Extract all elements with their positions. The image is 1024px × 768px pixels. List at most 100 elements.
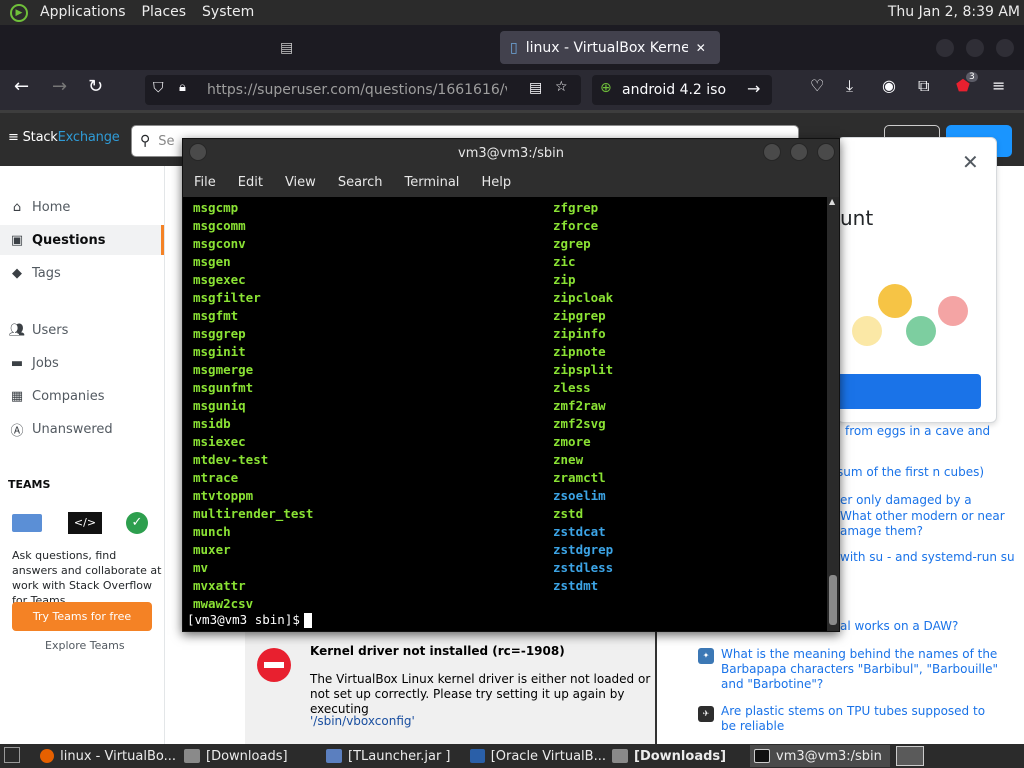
keys-illustration — [852, 278, 972, 348]
terminal-line: znew — [553, 452, 584, 467]
nav-jobs[interactable]: ▬ Jobs — [0, 348, 164, 378]
clock[interactable]: Thu Jan 2, 8:39 AM — [888, 0, 1020, 25]
lock-icon[interactable]: 🔒︎ — [179, 80, 186, 95]
extensions-icon[interactable]: ⧉ — [918, 76, 929, 96]
menu-view[interactable]: View — [274, 175, 327, 190]
terminal-line: zmf2svg — [553, 416, 606, 431]
hot-question-link[interactable]: sum of the first n cubes) — [837, 465, 984, 480]
teams-description: Ask questions, find answers and collabor… — [12, 549, 162, 607]
browser-tab-active[interactable]: ▯ linux - VirtualBox Kernel dri ✕ — [500, 31, 720, 64]
url-host: https://superuser.com — [207, 82, 361, 98]
url-bar[interactable]: ⛉ 🔒︎ https://superuser.com/questions/166… — [145, 75, 581, 105]
modal-primary-button[interactable] — [838, 374, 981, 409]
stackexchange-logo[interactable]: ≡ StackExchange — [8, 130, 120, 145]
url-text[interactable]: https://superuser.com/questions/1661616/… — [207, 82, 507, 98]
menu-file[interactable]: File — [183, 175, 227, 190]
error-heading: Kernel driver not installed (rc=-1908) — [310, 644, 565, 658]
nav-tags[interactable]: ◆ Tags — [0, 258, 164, 288]
browser-tab-bar: ▤ ▯ linux - VirtualBox Kernel dri ✕ — [0, 25, 1024, 70]
left-sidebar: ⌂ Home ▣ Questions ◆ Tags 👥︎ Users ▬ Jobs ▦ Co… — [0, 166, 165, 744]
terminal-scrollbar[interactable]: ▲ — [827, 197, 839, 631]
nav-questions[interactable]: ▣ Questions — [0, 225, 164, 255]
minimize-icon[interactable] — [763, 143, 781, 161]
search-bar[interactable]: ⊕ android 4.2 iso → — [592, 75, 772, 105]
teams-illustration: </> ✓ — [12, 510, 152, 536]
browser-nav-bar: ← → ↻ ⛉ 🔒︎ https://superuser.com/questio… — [0, 70, 1024, 110]
menu-help[interactable]: Help — [470, 175, 522, 190]
terminal-line: zipnote — [553, 344, 606, 359]
terminal-line: zstdgrep — [553, 542, 614, 557]
terminal-titlebar[interactable]: vm3@vm3:/sbin — [183, 139, 839, 167]
reader-view-icon[interactable]: ▤ — [529, 80, 542, 96]
menu-edit[interactable]: Edit — [227, 175, 274, 190]
output-column-right: zfgrep zforce zgrep zic zip zipcloak zipgrep zi… — [553, 199, 613, 595]
hot-question-link[interactable]: What other modern or near — [840, 509, 1005, 524]
try-teams-button[interactable]: Try Teams for free — [12, 602, 152, 631]
taskbar-item-downloads[interactable]: [Downloads] — [180, 745, 320, 767]
users-icon: 👥︎ — [8, 322, 26, 338]
site-icon: ✈ — [698, 706, 714, 722]
maximize-icon[interactable] — [790, 143, 808, 161]
nav-users[interactable]: 👥︎ Users — [0, 315, 164, 345]
workspace-switcher[interactable] — [896, 746, 924, 766]
system-menu[interactable]: System — [194, 0, 262, 25]
terminal-line: muxer — [193, 542, 231, 557]
search-icon: ⚲ — [140, 133, 151, 149]
close-modal-icon[interactable]: ✕ — [962, 150, 979, 174]
close-window-icon[interactable] — [817, 143, 835, 161]
taskbar-item-terminal[interactable]: vm3@vm3:/sbin — [750, 745, 890, 767]
nav-companies[interactable]: ▦ Companies — [0, 381, 164, 411]
close-tab-icon[interactable]: ✕ — [696, 41, 706, 55]
hamburger-menu-icon[interactable]: ≡ — [992, 76, 1005, 95]
shield-icon[interactable]: ⛉ — [153, 80, 164, 96]
search-go-icon[interactable]: → — [747, 79, 760, 98]
window-menu-icon[interactable] — [189, 143, 207, 161]
taskbar-label: linux - VirtualBo... — [60, 748, 176, 764]
close-window-icon[interactable] — [996, 39, 1014, 57]
browser-tab[interactable]: ▤ — [270, 31, 490, 64]
extension-badge: 3 — [966, 72, 978, 82]
error-command[interactable]: '/sbin/vboxconfig' — [310, 714, 415, 728]
shell-prompt[interactable]: [vm3@vm3 sbin]$ — [187, 611, 312, 629]
hot-question-link[interactable]: from eggs in a cave and — [845, 424, 990, 439]
terminal-line: zfgrep — [553, 200, 599, 215]
forward-icon[interactable]: → — [52, 76, 67, 97]
nav-unanswered[interactable]: Ⓐ Unanswered — [0, 414, 164, 444]
account-icon[interactable]: ◉ — [882, 76, 896, 95]
applications-menu[interactable]: Applications — [32, 0, 134, 25]
maximize-icon[interactable] — [966, 39, 984, 57]
download-icon[interactable]: ⤓ — [846, 76, 853, 96]
hot-question-link[interactable]: er only damaged by a — [840, 493, 972, 508]
show-desktop-icon[interactable] — [4, 747, 20, 763]
nav-home[interactable]: ⌂ Home — [0, 192, 164, 222]
taskbar-item-downloads-2[interactable]: [Downloads] — [608, 745, 748, 767]
taskbar-item-firefox[interactable]: linux - VirtualBo... — [36, 745, 176, 767]
menu-terminal[interactable]: Terminal — [393, 175, 470, 190]
back-icon[interactable]: ← — [14, 76, 29, 97]
search-text[interactable]: android 4.2 iso — [622, 82, 726, 98]
scrollbar-thumb[interactable] — [829, 575, 837, 625]
reload-icon[interactable]: ↻ — [88, 76, 103, 97]
pocket-icon[interactable]: ♡ — [810, 76, 824, 95]
terminal-line: zmore — [553, 434, 591, 449]
hot-question-link[interactable]: Are plastic stems on TPU tubes supposed … — [721, 704, 1001, 734]
taskbar-item-tlauncher[interactable]: [TLauncher.jar ] — [322, 745, 462, 767]
terminal-line: msidb — [193, 416, 231, 431]
scroll-up-icon[interactable]: ▲ — [829, 197, 835, 206]
taskbar-item-virtualbox[interactable]: [Oracle VirtualB... — [466, 745, 606, 767]
distro-logo-icon[interactable]: ▶ — [10, 3, 28, 22]
bookmark-star-icon[interactable]: ☆ — [555, 79, 568, 95]
nav-label: Questions — [32, 232, 106, 248]
places-menu[interactable]: Places — [134, 0, 195, 25]
browser-tab[interactable] — [0, 31, 250, 64]
terminal-output[interactable]: msgcmp msgcomm msgconv msgen msgexec msgfilte… — [183, 197, 827, 631]
hot-question-link[interactable]: al works on a DAW? — [840, 619, 958, 634]
hot-question-link[interactable]: amage them? — [840, 524, 923, 539]
hot-question-link[interactable]: with su - and systemd-run su — [840, 550, 1015, 565]
explore-teams-link[interactable]: Explore Teams — [45, 639, 125, 652]
minimize-icon[interactable] — [936, 39, 954, 57]
terminal-line: msggrep — [193, 326, 246, 341]
menu-search[interactable]: Search — [327, 175, 394, 190]
hot-question-link[interactable]: What is the meaning behind the names of … — [721, 647, 1001, 692]
terminal-line: zgrep — [553, 236, 591, 251]
